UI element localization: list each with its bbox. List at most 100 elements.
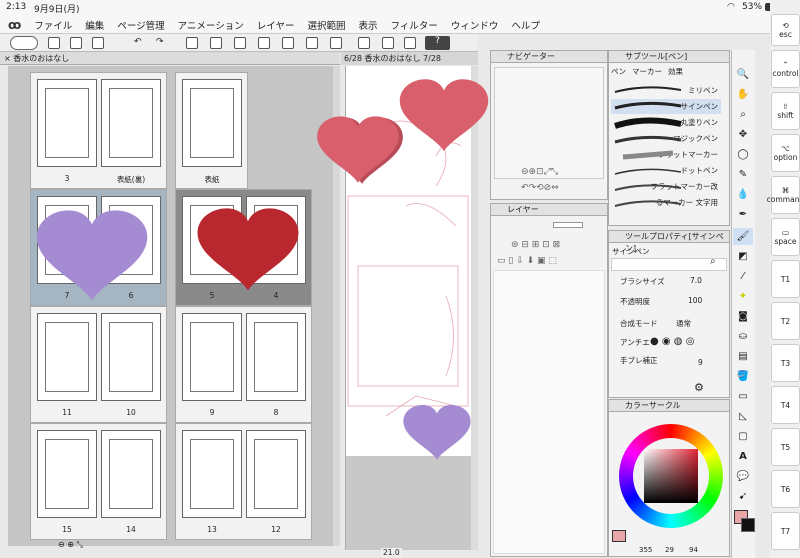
navigator-preview[interactable] <box>494 67 604 179</box>
page-thumbnail[interactable] <box>182 196 242 284</box>
menu-page[interactable]: ページ管理 <box>117 18 164 32</box>
layer-action-icons[interactable]: ▭ ▯ ⇩ ⬇ ▣ ⬚ <box>497 256 557 266</box>
page-spread[interactable]: 7 6 <box>30 189 167 306</box>
figure-tool-icon[interactable]: ▭ <box>733 388 753 405</box>
app-logo-icon[interactable]: ꝏ <box>8 18 21 32</box>
space-key[interactable]: ▭ space <box>771 218 800 256</box>
ruler-icon[interactable] <box>358 37 370 49</box>
menu-layer[interactable]: レイヤー <box>257 18 295 32</box>
main-color-swatch[interactable] <box>612 530 626 542</box>
tab-pen[interactable]: ペン <box>611 66 626 80</box>
shift-key[interactable]: ⇧ shift <box>771 92 800 130</box>
sub-color-chip[interactable] <box>741 518 755 532</box>
page-thumbnail[interactable] <box>37 79 97 167</box>
page-thumbnail[interactable] <box>182 79 242 167</box>
page-thumbnail[interactable] <box>37 313 97 401</box>
layer-list[interactable] <box>493 270 605 554</box>
clip-studio-button[interactable] <box>10 36 38 50</box>
option-key[interactable]: ⌥ option <box>771 134 800 172</box>
ruler-tool-icon[interactable]: ◺ <box>733 408 753 425</box>
page-spread[interactable]: 5 4 <box>175 189 312 306</box>
balloon-tool-icon[interactable]: 💬 <box>733 468 753 485</box>
menu-view[interactable]: 表示 <box>358 18 377 32</box>
menu-window[interactable]: ウィンドウ <box>451 18 499 32</box>
hand-tool-icon[interactable]: ✋ <box>733 86 753 103</box>
page-spread[interactable]: 表紙 <box>175 72 248 189</box>
color-h-value[interactable]: 355 <box>639 546 652 554</box>
navigator-rotate-buttons[interactable]: ↶↷⟲⊘⇔ <box>521 183 559 193</box>
control-key[interactable]: ⌃ control <box>771 50 800 88</box>
page-thumbnail[interactable] <box>246 196 306 284</box>
save-icon[interactable] <box>92 37 104 49</box>
esc-key[interactable]: ⟲ esc <box>771 14 800 46</box>
undo-icon[interactable]: ↶ <box>134 37 146 49</box>
correction-tool-icon[interactable]: ➹ <box>733 488 753 505</box>
antialias-options[interactable]: ● ◉ ◍ ◎ <box>650 336 694 347</box>
sparkle-icon[interactable]: ✦ <box>733 288 753 305</box>
search-icon[interactable]: ⌕ <box>710 256 716 267</box>
t5-key[interactable]: T5 <box>771 428 800 466</box>
airbrush-icon[interactable]: ⁄ <box>733 268 753 285</box>
zoom-controls[interactable]: ⊖ ⊕ ⤡ <box>58 540 118 550</box>
page-thumbnail[interactable] <box>101 313 161 401</box>
t6-key[interactable]: T6 <box>771 470 800 508</box>
deselect-icon[interactable] <box>258 37 270 49</box>
t1-key[interactable]: T1 <box>771 260 800 298</box>
page-spread[interactable]: 15 14 <box>30 423 167 540</box>
page-manager-scrollbar[interactable] <box>333 66 340 546</box>
t2-key[interactable]: T2 <box>771 302 800 340</box>
menu-help[interactable]: ヘルプ <box>511 18 540 32</box>
page-manager-tab[interactable]: × 香水のおはなし <box>0 52 340 65</box>
select-icon[interactable] <box>330 37 342 49</box>
menu-edit[interactable]: 編集 <box>85 18 104 32</box>
page-thumbnail[interactable] <box>101 196 161 284</box>
help-icon[interactable]: ? <box>425 36 450 50</box>
opacity-value[interactable]: 100 <box>688 296 702 305</box>
eraser-icon[interactable]: ◩ <box>733 248 753 265</box>
settings-icon[interactable]: ⚙ <box>694 381 704 394</box>
command-key[interactable]: ⌘command <box>767 176 800 214</box>
text-tool-icon[interactable]: A <box>733 448 753 465</box>
t3-key[interactable]: T3 <box>771 344 800 382</box>
frame-tool-icon[interactable]: ▢ <box>733 428 753 445</box>
fill-tool-icon[interactable]: 🪣 <box>733 368 753 385</box>
menu-animation[interactable]: アニメーション <box>178 18 244 32</box>
zoom-tool-icon[interactable]: 🔍 <box>733 66 753 83</box>
page-thumbnail[interactable] <box>246 430 306 518</box>
blend-mode-select[interactable]: 通常 <box>676 318 691 329</box>
magnify-icon[interactable]: ⌕ <box>733 106 753 123</box>
brush-size-value[interactable]: 7.0 <box>690 276 702 285</box>
drop-icon[interactable]: 💧 <box>733 186 753 203</box>
t4-key[interactable]: T4 <box>771 386 800 424</box>
page-spread[interactable]: 3 表紙(裏) <box>30 72 167 189</box>
crop-icon[interactable] <box>210 37 222 49</box>
t7-key[interactable]: T7 <box>771 512 800 550</box>
stabilization-value[interactable]: 9 <box>698 358 703 367</box>
snap-icon[interactable] <box>382 37 394 49</box>
open-file-icon[interactable] <box>70 37 82 49</box>
canvas-tab[interactable]: 6/28 香水のおはなし 7/28 <box>341 52 478 65</box>
eyedropper-icon[interactable]: ✎ <box>733 166 753 183</box>
invert-icon[interactable] <box>306 37 318 49</box>
page-thumbnail[interactable] <box>182 313 242 401</box>
tab-marker[interactable]: マーカー <box>632 66 662 80</box>
new-file-icon[interactable] <box>48 37 60 49</box>
brush-tool-icon[interactable]: 🖌 <box>733 228 753 245</box>
redo-icon[interactable]: ↷ <box>156 37 168 49</box>
move-tool-icon[interactable]: ✥ <box>733 126 753 143</box>
layer-opacity-slider[interactable] <box>553 222 583 228</box>
fill-icon[interactable] <box>282 37 294 49</box>
menu-file[interactable]: ファイル <box>34 18 72 32</box>
pen-tool-icon[interactable]: ✒ <box>733 206 753 223</box>
menu-selection[interactable]: 選択範囲 <box>307 18 345 32</box>
menu-filter[interactable]: フィルター <box>391 18 438 32</box>
canvas[interactable]: 21.0 <box>345 66 472 557</box>
page-spread[interactable]: 11 10 <box>30 306 167 423</box>
page-spread[interactable]: 9 8 <box>175 306 312 423</box>
page-thumbnail[interactable] <box>37 196 97 284</box>
color-v-value[interactable]: 94 <box>689 546 698 554</box>
page-thumbnail[interactable] <box>182 430 242 518</box>
color-s-value[interactable]: 29 <box>665 546 674 554</box>
page-thumbnail[interactable] <box>37 430 97 518</box>
page-spread[interactable]: 13 12 <box>175 423 312 540</box>
